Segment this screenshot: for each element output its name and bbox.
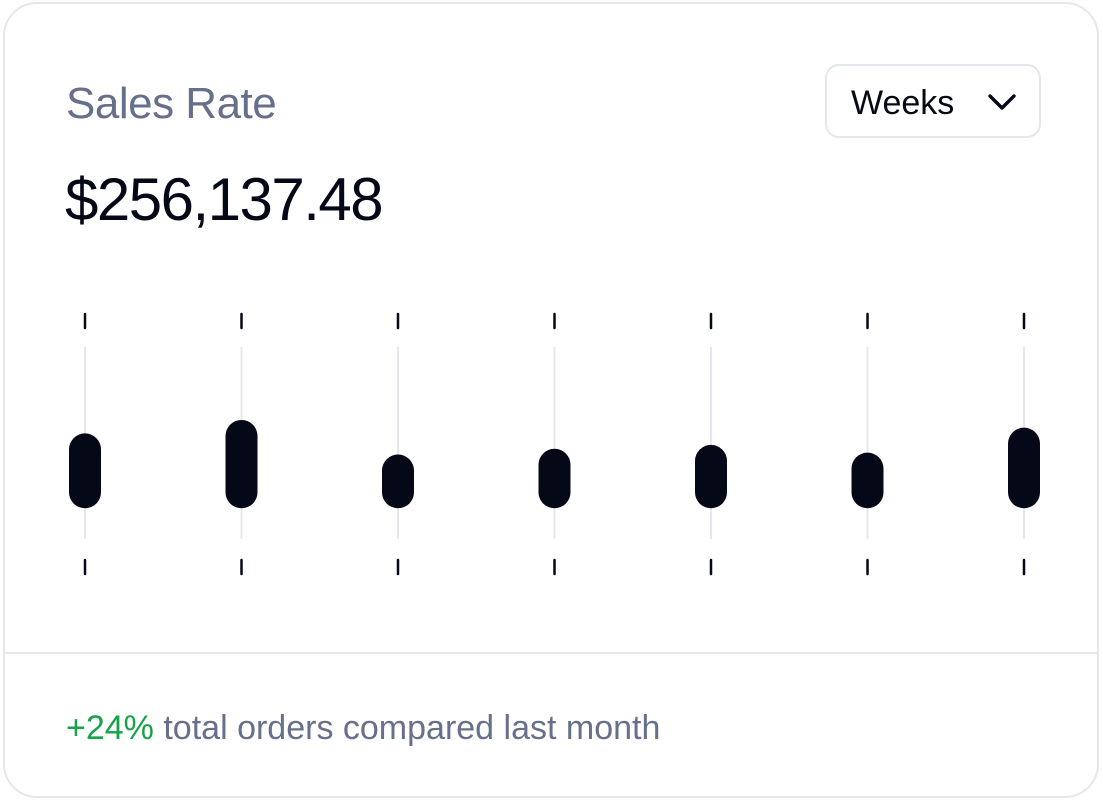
candle-body xyxy=(225,419,258,509)
period-dropdown[interactable]: Weeks xyxy=(825,64,1041,138)
candle-body xyxy=(695,444,727,509)
candle-body xyxy=(382,454,414,509)
candle-body xyxy=(69,433,101,509)
candle-body xyxy=(851,452,884,509)
footer-divider xyxy=(5,652,1097,654)
sales-amount: $256,137.48 xyxy=(65,166,384,233)
candle-body xyxy=(1008,427,1040,509)
card-title: Sales Rate xyxy=(66,79,277,128)
orders-summary: +24% total orders compared last month xyxy=(66,708,660,748)
sales-rate-card: Sales Rate $256,137.48 Weeks +24% total … xyxy=(3,2,1099,798)
period-selected-value: Weeks xyxy=(851,84,955,122)
orders-summary-text: total orders compared last month xyxy=(163,709,661,747)
orders-change-percent: +24% xyxy=(66,709,154,747)
candlestick-chart xyxy=(69,312,1040,576)
candle-body xyxy=(538,448,571,509)
chevron-down-icon xyxy=(988,94,1016,110)
